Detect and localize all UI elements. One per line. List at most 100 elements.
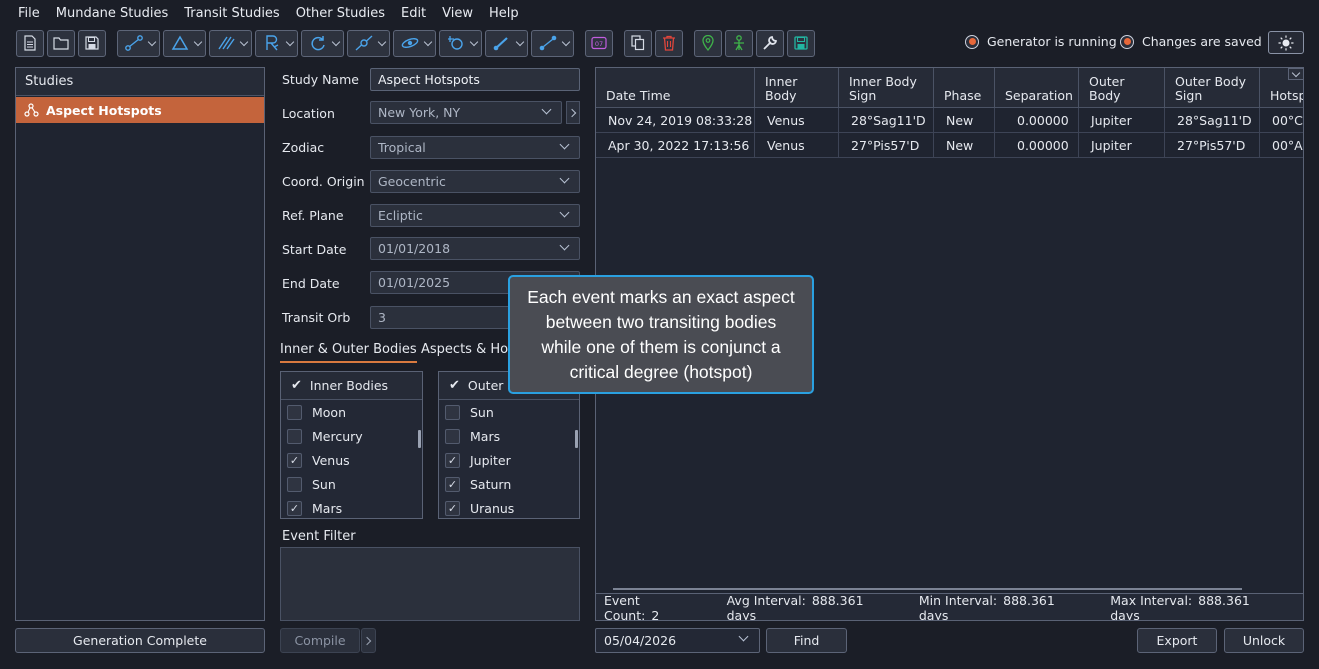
delete-button[interactable] bbox=[655, 29, 683, 57]
tab-aspects-hotspots[interactable]: Aspects & Hot bbox=[421, 342, 513, 357]
list-item[interactable]: Moon bbox=[281, 400, 422, 424]
export-file-button[interactable] bbox=[787, 29, 815, 57]
scrollbar[interactable] bbox=[418, 430, 421, 448]
col-outer-body-sign[interactable]: Outer Body Sign bbox=[1165, 68, 1260, 108]
study-name-input[interactable]: Aspect Hotspots bbox=[370, 68, 580, 91]
midpoint-icon bbox=[539, 35, 557, 51]
checkbox[interactable]: ✓ bbox=[445, 452, 460, 468]
list-item[interactable]: Sun bbox=[439, 400, 579, 424]
study-aspect-icon bbox=[24, 103, 39, 117]
copy-button[interactable] bbox=[624, 29, 652, 57]
eclipse-dropdown[interactable] bbox=[393, 29, 436, 57]
menu-transit-studies[interactable]: Transit Studies bbox=[176, 6, 287, 21]
menu-other-studies[interactable]: Other Studies bbox=[288, 6, 393, 21]
col-inner-body-sign[interactable]: Inner Body Sign bbox=[839, 68, 934, 108]
end-date-value: 01/01/2025 bbox=[378, 275, 451, 290]
ingress-dropdown[interactable] bbox=[347, 29, 390, 57]
checkbox[interactable]: ✓ bbox=[287, 500, 302, 516]
new-file-button[interactable] bbox=[16, 29, 44, 57]
table-row[interactable]: Apr 30, 2022 17:13:56 Venus 27°Pis57'D N… bbox=[596, 133, 1303, 158]
chevron-down-icon bbox=[561, 37, 571, 46]
open-folder-button[interactable] bbox=[47, 29, 75, 57]
chevron-down-icon bbox=[738, 631, 749, 642]
menu-help[interactable]: Help bbox=[481, 6, 527, 21]
station-dropdown[interactable] bbox=[439, 29, 482, 57]
new-file-icon bbox=[24, 35, 36, 51]
study-item-aspect-hotspots[interactable]: Aspect Hotspots bbox=[16, 97, 264, 123]
compile-button[interactable]: Compile bbox=[280, 628, 360, 653]
calendar-button[interactable]: 07 bbox=[585, 29, 613, 57]
trine-dropdown[interactable] bbox=[163, 29, 206, 57]
settings-button[interactable] bbox=[756, 29, 784, 57]
studies-panel: Studies Aspect Hotspots bbox=[15, 67, 265, 621]
list-item[interactable]: ✓ Uranus bbox=[439, 496, 579, 520]
menu-edit[interactable]: Edit bbox=[393, 6, 434, 21]
cycle-dropdown[interactable] bbox=[301, 29, 344, 57]
list-item[interactable]: Sun bbox=[281, 472, 422, 496]
checkbox[interactable] bbox=[287, 428, 302, 444]
aspect-dropdown[interactable] bbox=[117, 29, 160, 57]
min-interval-label: Min Interval: bbox=[918, 592, 998, 608]
cell-inner-body-sign: 27°Pis57'D bbox=[839, 133, 934, 158]
event-filter-input[interactable] bbox=[280, 547, 580, 621]
list-item[interactable]: Mars bbox=[439, 424, 579, 448]
info-tooltip: Each event marks an exact aspect between… bbox=[508, 275, 814, 394]
tab-inner-outer-bodies[interactable]: Inner & Outer Bodies bbox=[280, 342, 417, 363]
zodiac-select[interactable]: Tropical bbox=[370, 136, 580, 159]
midpoint-dropdown[interactable] bbox=[531, 29, 574, 57]
compile-options-button[interactable] bbox=[361, 628, 376, 653]
list-item[interactable]: ✓ Saturn bbox=[439, 472, 579, 496]
cell-outer-body: Jupiter bbox=[1079, 133, 1165, 158]
event-count: Event Count: 2 bbox=[604, 593, 709, 621]
list-item[interactable]: Mercury bbox=[281, 424, 422, 448]
parallel-dropdown[interactable] bbox=[209, 29, 252, 57]
menu-mundane-studies[interactable]: Mundane Studies bbox=[48, 6, 177, 21]
checkbox[interactable] bbox=[445, 428, 460, 444]
location-expand-button[interactable] bbox=[566, 101, 580, 124]
scrollbar[interactable] bbox=[575, 430, 578, 448]
checkbox[interactable] bbox=[287, 476, 302, 492]
col-date-time[interactable]: Date Time bbox=[596, 68, 755, 108]
ref-plane-select[interactable]: Ecliptic bbox=[370, 204, 580, 227]
study-item-label: Aspect Hotspots bbox=[46, 102, 162, 118]
list-item[interactable]: ✓ Venus bbox=[281, 448, 422, 472]
column-menu-button[interactable] bbox=[1288, 68, 1303, 80]
theme-toggle-button[interactable] bbox=[1268, 31, 1304, 54]
unlock-button[interactable]: Unlock bbox=[1224, 628, 1304, 653]
find-date-picker[interactable]: 05/04/2026 bbox=[595, 628, 760, 653]
checkbox[interactable] bbox=[287, 404, 302, 420]
export-button[interactable]: Export bbox=[1137, 628, 1217, 653]
chevron-down-icon bbox=[285, 37, 295, 46]
location-button[interactable] bbox=[694, 29, 722, 57]
start-date-picker[interactable]: 01/01/2018 bbox=[370, 237, 580, 260]
horizontal-scrollbar[interactable] bbox=[613, 588, 1242, 590]
find-button[interactable]: Find bbox=[766, 628, 847, 653]
col-inner-body[interactable]: Inner Body bbox=[755, 68, 839, 108]
person-button[interactable] bbox=[725, 29, 753, 57]
list-item[interactable]: ✓ Mars bbox=[281, 496, 422, 520]
folder-icon bbox=[53, 37, 69, 50]
checkbox[interactable]: ✓ bbox=[445, 476, 460, 492]
max-interval: Max Interval: 888.361 days bbox=[1110, 593, 1287, 621]
list-item[interactable]: ✓ Jupiter bbox=[439, 448, 579, 472]
checkbox[interactable]: ✓ bbox=[445, 500, 460, 516]
table-row[interactable]: Nov 24, 2019 08:33:28 Venus 28°Sag11'D N… bbox=[596, 108, 1303, 133]
location-select[interactable]: New York, NY bbox=[370, 101, 562, 124]
declination-dropdown[interactable] bbox=[485, 29, 528, 57]
generation-complete-button[interactable]: Generation Complete bbox=[15, 628, 265, 653]
list-item-label: Sun bbox=[470, 404, 494, 420]
retrograde-dropdown[interactable] bbox=[255, 29, 298, 57]
coord-origin-select[interactable]: Geocentric bbox=[370, 170, 580, 193]
inner-bodies-header[interactable]: ✔ Inner Bodies bbox=[281, 372, 422, 400]
menu-view[interactable]: View bbox=[434, 6, 481, 21]
chevron-down-icon bbox=[377, 37, 387, 46]
eclipse-icon bbox=[401, 38, 419, 48]
save-button[interactable] bbox=[78, 29, 106, 57]
col-outer-body[interactable]: Outer Body bbox=[1079, 68, 1165, 108]
menu-file[interactable]: File bbox=[10, 6, 48, 21]
copy-icon bbox=[631, 35, 645, 51]
checkbox[interactable] bbox=[445, 404, 460, 420]
col-phase[interactable]: Phase bbox=[934, 68, 995, 108]
col-separation[interactable]: Separation bbox=[995, 68, 1079, 108]
checkbox[interactable]: ✓ bbox=[287, 452, 302, 468]
